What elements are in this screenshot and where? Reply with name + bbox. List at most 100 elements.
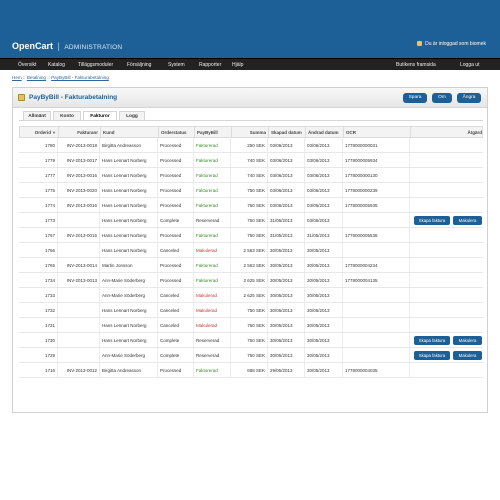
cell-orderid: 1773 (44, 218, 55, 223)
cell-summa: 750 SEK (230, 198, 267, 212)
column-header-andrad[interactable]: Ändrad datum (305, 127, 343, 137)
cell-kund: Hans Lennart Norberg (99, 243, 157, 257)
panel-header: PayByBill - Fakturabetalning Spara Om Ån… (13, 88, 487, 108)
breadcrumb-home[interactable]: Hem (12, 75, 22, 80)
cell-summa: 2 563 SEK (230, 243, 267, 257)
menu-item-logout[interactable]: Logga ut (460, 62, 479, 68)
menu-item-rapporter[interactable]: Rapporter (199, 62, 221, 68)
content-panel: PayByBill - Fakturabetalning Spara Om Ån… (12, 87, 488, 413)
menu-item-storefront[interactable]: Butikens framsida (396, 62, 436, 68)
tab-allmant[interactable]: Allmänt (23, 111, 51, 120)
menu-item-hjalp[interactable]: Hjälp (232, 62, 243, 68)
cell-skapad: 30/05/2013 (267, 348, 304, 362)
table-header-row: Orderid▼ Fakturanr Kund Orderstatus PayB… (19, 126, 483, 138)
cell-atgard (409, 243, 483, 257)
cell-orderid: 1780 (44, 143, 55, 148)
cell-skapad: 03/06/2013 (267, 198, 304, 212)
cell-skapad: 30/05/2013 (267, 333, 304, 347)
create-invoice-button[interactable]: Skapa faktura (414, 216, 450, 225)
cell-ocr: 1778000005538 (342, 228, 409, 242)
cell-paybybill: Makulerad (193, 288, 230, 302)
cell-summa: 688 SEK (230, 363, 267, 377)
breadcrumb-current[interactable]: PayByBill - Fakturabetalning (51, 75, 109, 80)
cell-paybybill: Fakturerad (193, 273, 230, 287)
cell-orderstatus: Processed (157, 153, 193, 167)
column-header-skapad[interactable]: Skapad datum (268, 127, 305, 137)
tab-konto[interactable]: Konto (53, 111, 81, 120)
cell-orderid: 1777 (44, 173, 55, 178)
column-header-ocr[interactable]: OCR (343, 127, 410, 137)
column-header-kund[interactable]: Kund (100, 127, 158, 137)
cell-summa: 750 SEK (230, 183, 267, 197)
column-header-paybybill[interactable]: PayByBill (194, 127, 231, 137)
cell-fakturanr: INV-2013-0016 (57, 198, 99, 212)
column-header-orderstatus[interactable]: Orderstatus (158, 127, 194, 137)
cell-kund: Hans Lennart Norberg (99, 153, 157, 167)
cell-andrad: 30/05/2013 (304, 243, 342, 257)
cancel-invoice-button[interactable]: Makulera (453, 351, 482, 360)
column-header-orderid[interactable]: Orderid▼ (20, 127, 58, 137)
column-header-summa[interactable]: Summa (231, 127, 268, 137)
cell-kund: Hans Lennart Norberg (99, 333, 157, 347)
logo-subtitle: ADMINISTRATION (64, 44, 123, 51)
cell-atgard (409, 183, 483, 197)
cell-paybybill: Fakturerad (193, 168, 230, 182)
cell-summa: 750 SEK (230, 213, 267, 227)
cell-ocr: 1778000004234 (342, 258, 409, 272)
cell-andrad: 03/06/2013 (304, 213, 342, 227)
cell-fakturanr: INV-2013-0016 (57, 168, 99, 182)
table-row: 1734 INV-2013-0013 Ann-Marie Söderberg Proc… (19, 273, 483, 288)
cell-atgard (409, 363, 483, 377)
logo-text: OpenCart (12, 41, 54, 51)
about-button[interactable]: Om (432, 93, 452, 103)
cell-summa: 750 SEK (230, 333, 267, 347)
cancel-invoice-button[interactable]: Makulera (453, 336, 482, 345)
menu-item-katalog[interactable]: Katalog (48, 62, 65, 68)
table-row: 1716 INV-2013-0012 Birgitta Andreasson Proc… (19, 363, 483, 378)
cell-ocr: 1778000004135 (342, 273, 409, 287)
cell-orderid: 1733 (44, 293, 55, 298)
undo-button[interactable]: Ångra (457, 93, 481, 103)
cell-atgard (409, 228, 483, 242)
create-invoice-button[interactable]: Skapa faktura (414, 336, 450, 345)
table-row: 1775 INV-2013-0020 Hans Lennart Norberg Pro… (19, 183, 483, 198)
cancel-invoice-button[interactable]: Makulera (453, 216, 482, 225)
payment-icon (18, 94, 25, 101)
cell-orderid: 1765 (44, 263, 55, 268)
cell-skapad: 30/05/2013 (267, 288, 304, 302)
table-row: 1766 Hans Lennart Norberg Canceled Makulera… (19, 243, 483, 258)
menu-item-system[interactable]: System (168, 62, 185, 68)
save-button[interactable]: Spara (403, 93, 427, 103)
cell-andrad: 30/05/2013 (304, 363, 342, 377)
cell-paybybill: Fakturerad (193, 183, 230, 197)
breadcrumb-separator: :: (22, 75, 26, 80)
table-row: 1730 Hans Lennart Norberg Complete Reserver… (19, 333, 483, 348)
cell-orderid: 1729 (44, 353, 55, 358)
cell-kund: Hans Lennart Norberg (99, 213, 157, 227)
cell-atgard (409, 318, 483, 332)
cell-fakturanr (57, 243, 99, 257)
cell-andrad: 30/05/2013 (304, 288, 342, 302)
menu-item-oversikt[interactable]: Översikt (18, 62, 36, 68)
cell-fakturanr: INV-2013-0012 (57, 363, 99, 377)
cell-atgard (409, 153, 483, 167)
create-invoice-button[interactable]: Skapa faktura (414, 351, 450, 360)
cell-paybybill: Makulerad (193, 243, 230, 257)
cell-fakturanr: INV-2013-0015 (57, 228, 99, 242)
breadcrumb-betalning[interactable]: Betalning (27, 75, 46, 80)
cell-skapad: 29/05/2013 (267, 363, 304, 377)
tab-logg[interactable]: Logg (119, 111, 145, 120)
table-row: 1780 INV-2013-0018 Birgitta Andreasson Proc… (19, 138, 483, 153)
menu-item-forsaljning[interactable]: Försäljning (127, 62, 151, 68)
cell-paybybill: Makulerad (193, 303, 230, 317)
cell-atgard (409, 258, 483, 272)
cell-skapad: 31/05/2013 (267, 213, 304, 227)
cell-skapad: 03/06/2013 (267, 183, 304, 197)
cell-orderstatus: Complete (157, 333, 193, 347)
top-header: OpenCart | ADMINISTRATION Du är inloggad… (0, 0, 500, 58)
column-header-fakturanr[interactable]: Fakturanr (58, 127, 100, 137)
table-row: 1773 Hans Lennart Norberg Complete Reserver… (19, 213, 483, 228)
menu-item-tillaggsmoduler[interactable]: Tilläggsmoduler (78, 62, 113, 68)
logo[interactable]: OpenCart | ADMINISTRATION (12, 41, 122, 51)
table-row: 1729 Ann-Marie Söderberg Complete Reservera… (19, 348, 483, 363)
